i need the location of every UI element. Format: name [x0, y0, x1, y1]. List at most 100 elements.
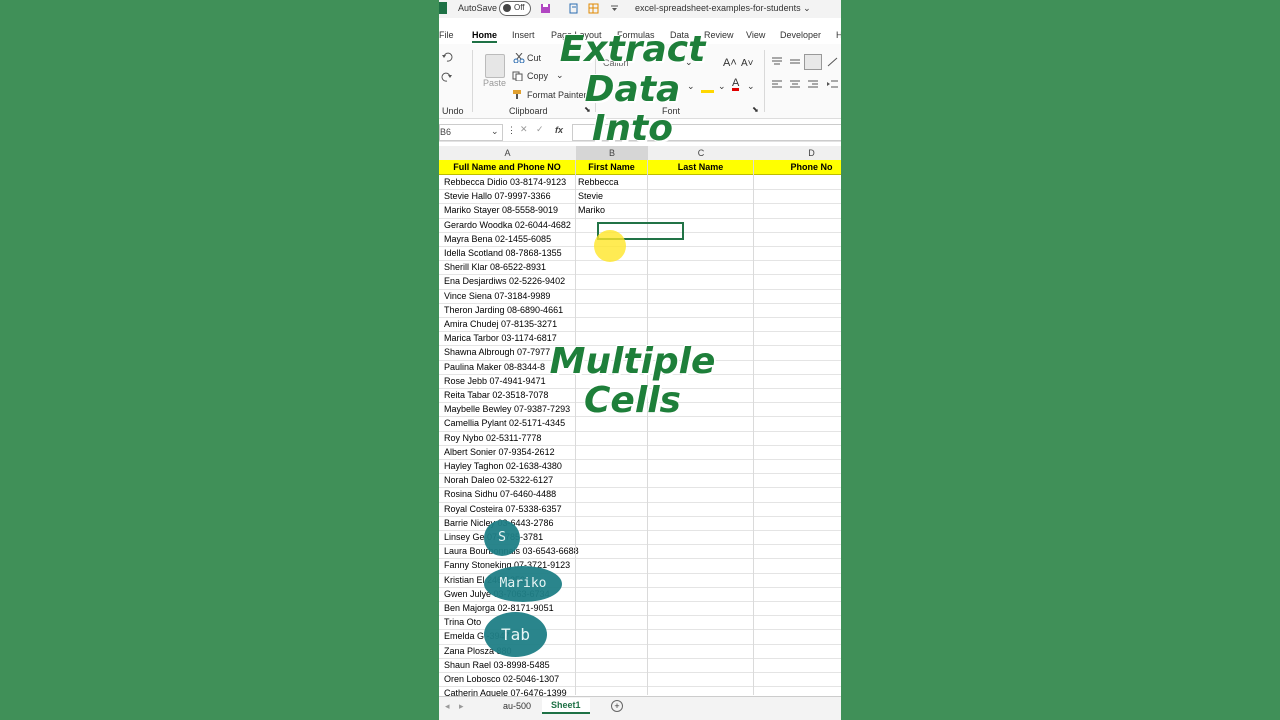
cell-full-name[interactable]: Stevie Hallo 07-9997-3366 [444, 191, 551, 201]
name-box[interactable]: B6 ⌄ [439, 124, 503, 141]
cell-full-name[interactable]: Hayley Taghon 02-1638-4380 [444, 461, 562, 471]
title-bar: AutoSave Off excel-spreadsheet-examples-… [439, 0, 841, 18]
cell-full-name[interactable]: Norah Daleo 02-5322-6127 [444, 475, 553, 485]
toggle-knob [503, 4, 511, 12]
cell-full-name[interactable]: Shaun Rael 03-8998-5485 [444, 660, 550, 670]
cell-full-name[interactable]: Mariko Stayer 08-5558-9019 [444, 205, 558, 215]
cell-first-name[interactable]: Stevie [578, 191, 603, 201]
tab-developer[interactable]: Developer [780, 30, 821, 40]
format-painter-icon[interactable] [512, 89, 524, 99]
cell-first-name[interactable]: Rebbecca [578, 177, 619, 187]
cut-button[interactable]: Cut [527, 53, 541, 63]
table-row: Albert Sonier 07-9354-2612 [439, 445, 841, 460]
cell-full-name[interactable]: Shawna Albrough 07-7977 [444, 347, 550, 357]
sheet-tab-sheet1[interactable]: Sheet1 [542, 698, 590, 714]
indent-icon[interactable] [827, 80, 839, 90]
increase-font-icon[interactable]: A˄ [723, 57, 737, 69]
cell-full-name[interactable]: Oren Lobosco 02-5046-1307 [444, 674, 559, 684]
cell-full-name[interactable]: Roy Nybo 02-5311-7778 [444, 433, 541, 443]
table-row: Vince Siena 07-3184-9989 [439, 289, 841, 304]
undo-icon[interactable] [441, 52, 453, 62]
table-row: Royal Costeira 07-5338-6357 [439, 502, 841, 517]
header-cell-full-name[interactable]: Full Name and Phone NO [439, 160, 575, 175]
tab-home[interactable]: Home [472, 30, 498, 43]
add-sheet-icon[interactable]: + [611, 700, 623, 712]
font-color-dropdown-icon[interactable]: ⌄ [747, 81, 755, 92]
font-launcher-icon[interactable]: ⬊ [752, 105, 759, 114]
header-cell-first-name[interactable]: First Name [576, 160, 647, 175]
column-header-c[interactable]: C [648, 148, 754, 158]
cell-full-name[interactable]: Rosina Sidhu 07-6460-4488 [444, 489, 556, 499]
tab-file[interactable]: File [439, 30, 454, 40]
customize-quick-access-icon[interactable] [609, 3, 620, 14]
group-divider [472, 50, 473, 112]
name-box-dropdown-icon[interactable]: ⌄ [491, 126, 499, 137]
cell-full-name[interactable]: Ben Majorga 02-8171-9051 [444, 603, 554, 613]
table-row: Shaun Rael 03-8998-5485 [439, 658, 841, 673]
cell-full-name[interactable]: Vince Siena 07-3184-9989 [444, 291, 550, 301]
paste-icon[interactable] [485, 54, 505, 78]
align-left-icon[interactable] [771, 80, 783, 90]
orientation-icon[interactable] [827, 57, 839, 67]
cut-icon[interactable] [513, 53, 525, 63]
fill-dropdown-icon[interactable]: ⌄ [718, 81, 726, 92]
cell-full-name[interactable]: Maybelle Bewley 07-9387-7293 [444, 404, 570, 414]
align-top-icon[interactable] [771, 57, 783, 67]
table-icon[interactable] [588, 3, 599, 14]
align-right-icon[interactable] [807, 80, 819, 90]
table-row: Hayley Taghon 02-1638-4380 [439, 459, 841, 475]
cancel-icon[interactable]: ✕ [520, 124, 528, 135]
cell-full-name[interactable]: Amira Chudej 07-8135-3271 [444, 319, 557, 329]
cell-full-name[interactable]: Sherill Klar 08-6522-8931 [444, 262, 546, 272]
cell-full-name[interactable]: Albert Sonier 07-9354-2612 [444, 447, 555, 457]
save-icon[interactable] [540, 3, 551, 14]
cell-full-name[interactable]: Theron Jarding 08-6890-4661 [444, 305, 563, 315]
cell-full-name[interactable]: Reita Tabar 02-3518-7078 [444, 390, 548, 400]
copy-icon[interactable] [512, 71, 524, 81]
cell-first-name[interactable]: Mariko [578, 205, 605, 215]
cell-full-name[interactable]: Royal Costeira 07-5338-6357 [444, 504, 562, 514]
excel-logo-icon [439, 2, 447, 14]
cell-full-name[interactable]: Paulina Maker 08-8344-8 [444, 362, 545, 372]
new-file-icon[interactable] [568, 3, 579, 14]
autosave-toggle[interactable]: Off [499, 1, 531, 16]
scroll-left-icon[interactable]: ◂ [445, 701, 450, 712]
cell-full-name[interactable]: Trina Oto [444, 617, 481, 627]
decrease-font-icon[interactable]: A˅ [741, 58, 754, 69]
table-row: Stevie Hallo 07-9997-3366 Stevie [439, 189, 841, 205]
undo-group-label: Undo [442, 106, 464, 116]
align-center-icon[interactable] [789, 80, 801, 90]
overlay-title-line2: Data [584, 69, 681, 110]
column-header-a[interactable]: A [439, 148, 576, 158]
overlay-title-line3: Into [592, 108, 673, 149]
column-header-d[interactable]: D [754, 148, 841, 158]
header-cell-phone-no[interactable]: Phone No [754, 160, 841, 175]
cell-full-name[interactable]: Rose Jebb 07-4941-9471 [444, 376, 546, 386]
table-row: Amira Chudej 07-8135-3271 [439, 317, 841, 333]
align-bottom-icon[interactable] [804, 54, 822, 70]
font-color-icon[interactable]: A [732, 78, 740, 91]
cell-full-name[interactable]: Rebbecca Didio 03-8174-9123 [444, 177, 566, 187]
tab-insert[interactable]: Insert [512, 30, 535, 40]
table-row: Ena Desjardiws 02-5226-9402 [439, 274, 841, 290]
cell-full-name[interactable]: Ena Desjardiws 02-5226-9402 [444, 276, 565, 286]
more-options-icon[interactable]: ⋮ [507, 125, 516, 136]
header-cell-last-name[interactable]: Last Name [648, 160, 753, 175]
redo-icon[interactable] [441, 72, 453, 82]
paste-label[interactable]: Paste [483, 78, 506, 88]
tab-view[interactable]: View [746, 30, 765, 40]
cell-full-name[interactable]: Mayra Bena 02-1455-6085 [444, 234, 551, 244]
cell-full-name[interactable]: Gerardo Woodka 02-6044-4682 [444, 220, 571, 230]
sheet-tab-au-500[interactable]: au-500 [503, 701, 531, 711]
scroll-right-icon[interactable]: ▸ [459, 701, 464, 712]
align-middle-icon[interactable] [789, 57, 801, 67]
enter-icon[interactable]: ✓ [536, 124, 544, 135]
column-gridline [753, 160, 754, 695]
cell-full-name[interactable]: Idella Scotland 08-7868-1355 [444, 248, 562, 258]
copy-button[interactable]: Copy [527, 71, 548, 81]
group-divider [764, 50, 765, 112]
overlay-title-line4: Multiple [549, 341, 716, 382]
keystroke-bubble: S [484, 520, 520, 556]
cell-full-name[interactable]: Camellia Pylant 02-5171-4345 [444, 418, 565, 428]
tab-help[interactable]: H [836, 30, 841, 40]
